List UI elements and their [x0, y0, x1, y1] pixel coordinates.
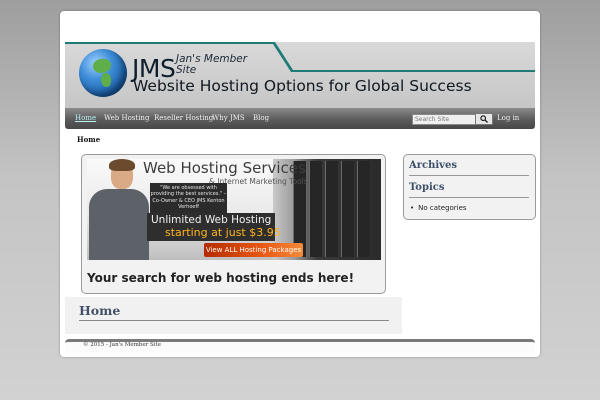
footer-copyright: © 2015 - Jan's Member Site: [83, 342, 161, 348]
archives-heading: Archives: [409, 160, 457, 171]
banner-quote: "We are obsessed with providing the best…: [150, 183, 227, 214]
nav-item-why-jms[interactable]: Why JMS: [212, 114, 245, 122]
nav-item-blog[interactable]: Blog: [253, 114, 269, 122]
server-rack: [325, 161, 338, 257]
banner-headline: Unlimited Web Hosting: [151, 214, 272, 226]
nav-item-reseller-hosting[interactable]: Reseller Hosting: [154, 114, 213, 122]
nav-item-web-hosting[interactable]: Web Hosting: [104, 114, 149, 122]
globe-logo-icon: [79, 49, 127, 97]
person-photo-body: [89, 189, 149, 260]
search-button[interactable]: [475, 113, 493, 125]
server-rack: [357, 161, 370, 257]
server-rack: [341, 161, 354, 257]
breadcrumb: Home: [77, 135, 101, 144]
banner-title: Web Hosting Services: [143, 159, 306, 177]
topics-list-item: No categories: [410, 204, 466, 212]
banner-price: starting at just $3.95: [165, 226, 281, 239]
nav-item-home[interactable]: Home: [75, 114, 96, 122]
view-all-packages-button[interactable]: View ALL Hosting Packages: [204, 243, 303, 257]
promo-banner[interactable]: Web Hosting Services & Internet Marketin…: [87, 159, 381, 260]
section-heading: Home: [79, 303, 121, 318]
site-tagline: Website Hosting Options for Global Succe…: [133, 77, 472, 95]
logo-subtitle: Jan's Member Site: [176, 53, 248, 76]
section-divider: [79, 320, 389, 321]
server-rack: [309, 161, 322, 257]
archives-divider: [409, 175, 529, 176]
search-icon: [480, 115, 488, 123]
login-link[interactable]: Log in: [497, 114, 519, 122]
topics-divider: [409, 197, 529, 198]
search-tagline: Your search for web hosting ends here!: [87, 271, 355, 285]
search-input[interactable]: [412, 114, 478, 125]
topics-heading: Topics: [409, 182, 445, 193]
person-photo-hair: [109, 159, 135, 171]
